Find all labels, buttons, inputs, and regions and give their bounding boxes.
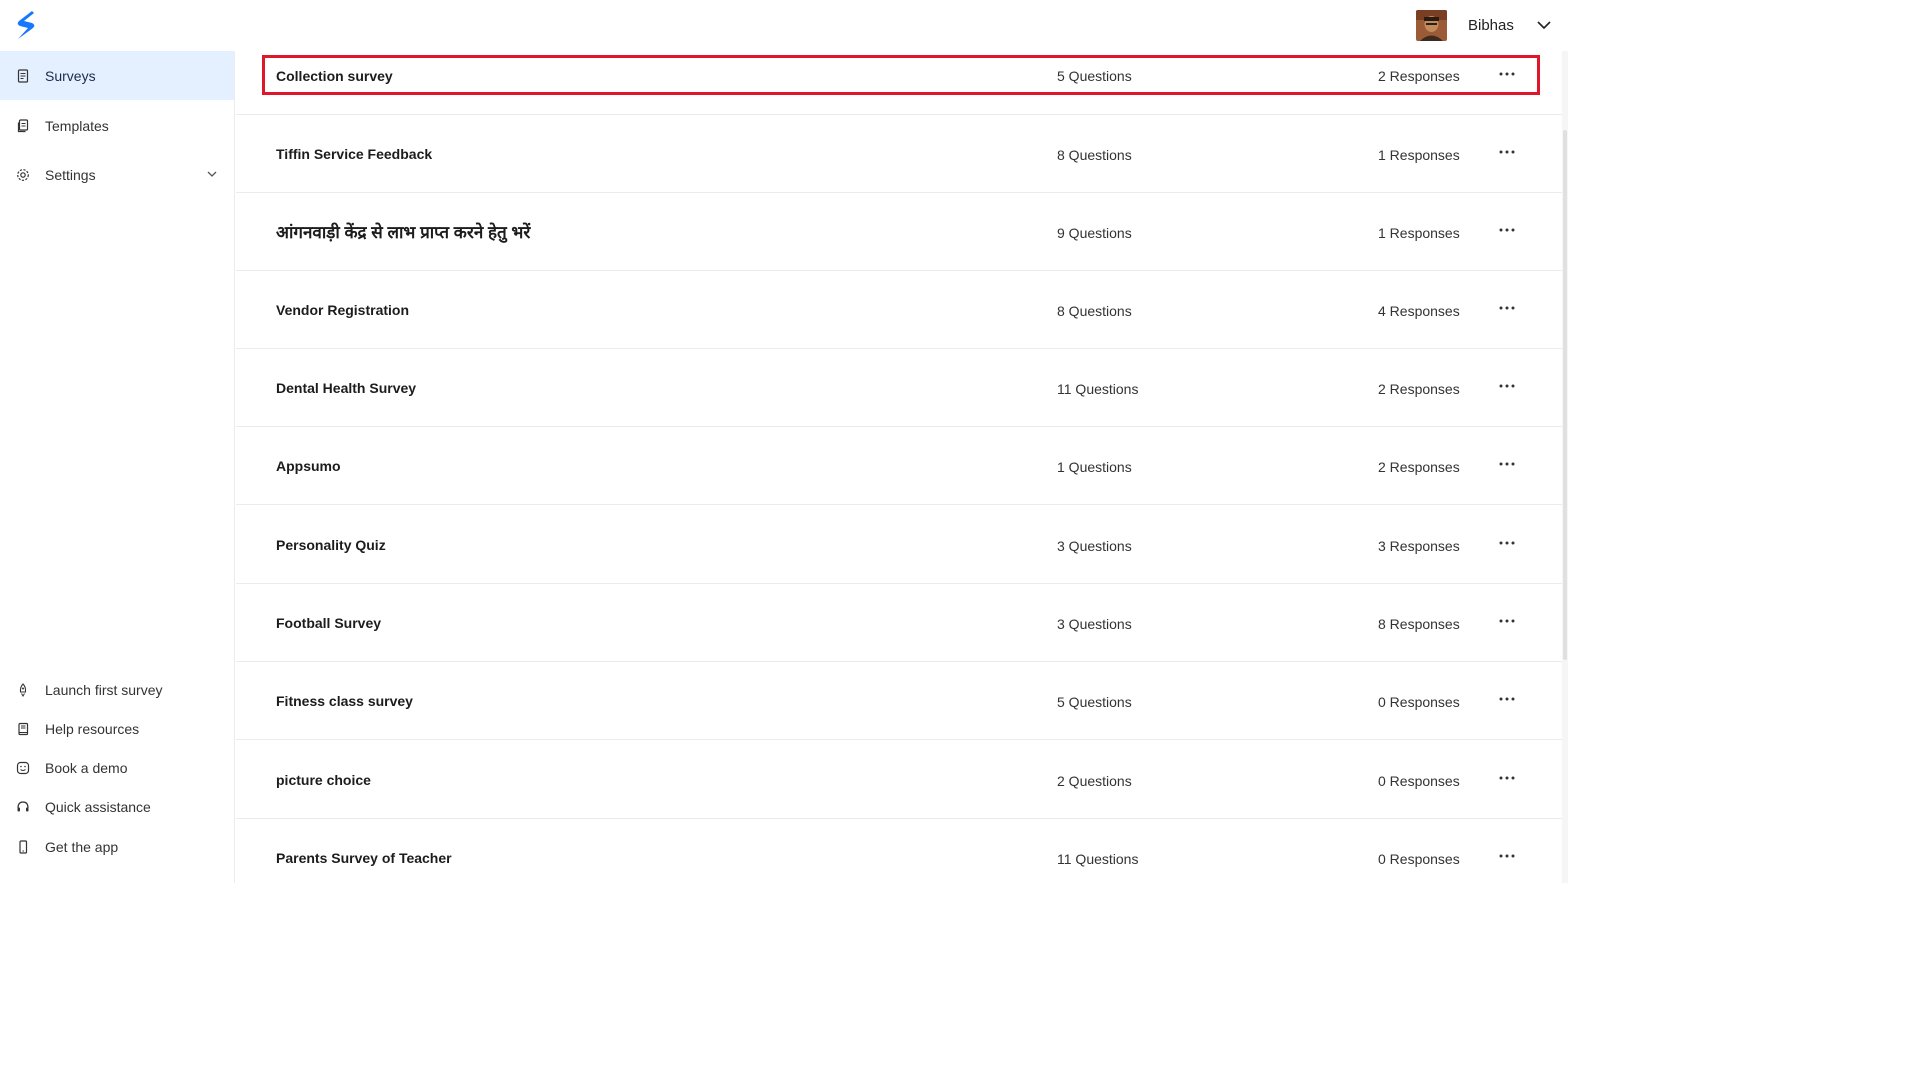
quick-assistance-label: Quick assistance <box>45 799 151 815</box>
question-count: 5 Questions <box>1057 694 1132 710</box>
survey-list: Collection survey 5 Questions 2 Response… <box>236 51 1562 883</box>
help-resources-link[interactable]: Help resources <box>0 713 234 745</box>
survey-row[interactable]: Appsumo 1 Questions 2 Responses <box>236 427 1562 505</box>
response-count[interactable]: 0 Responses <box>1378 851 1460 867</box>
survey-name[interactable]: Dental Health Survey <box>276 380 416 396</box>
response-count[interactable]: 2 Responses <box>1378 381 1460 397</box>
survey-name[interactable]: Football Survey <box>276 615 381 631</box>
question-count: 11 Questions <box>1057 851 1139 867</box>
response-count[interactable]: 0 Responses <box>1378 773 1460 789</box>
response-count[interactable]: 8 Responses <box>1378 616 1460 632</box>
app-root: Bibhas Surveys Templates Settings Launch… <box>0 0 1568 883</box>
question-count: 5 Questions <box>1057 68 1132 84</box>
question-count: 9 Questions <box>1057 225 1132 241</box>
phone-icon <box>16 840 30 854</box>
survey-row[interactable]: Vendor Registration 8 Questions 4 Respon… <box>236 271 1562 349</box>
question-count: 11 Questions <box>1057 381 1139 397</box>
survey-name[interactable]: Tiffin Service Feedback <box>276 146 432 162</box>
more-horizontal-icon[interactable] <box>1498 767 1516 789</box>
rocket-icon <box>16 683 30 697</box>
survey-row[interactable]: Football Survey 3 Questions 8 Responses <box>236 584 1562 662</box>
more-horizontal-icon[interactable] <box>1498 219 1516 241</box>
response-count[interactable]: 3 Responses <box>1378 538 1460 554</box>
survey-row[interactable]: आंगनवाड़ी केंद्र से लाभ प्राप्त करने हेत… <box>236 193 1562 271</box>
smiley-icon <box>16 761 30 775</box>
book-icon <box>16 722 30 736</box>
question-count: 3 Questions <box>1057 538 1132 554</box>
scrollbar-thumb[interactable] <box>1563 130 1567 660</box>
get-the-app-label: Get the app <box>45 839 119 855</box>
top-bar: Bibhas <box>0 0 1568 51</box>
more-horizontal-icon[interactable] <box>1498 375 1516 397</box>
more-horizontal-icon[interactable] <box>1498 63 1516 85</box>
help-resources-label: Help resources <box>45 721 140 737</box>
more-horizontal-icon[interactable] <box>1498 845 1516 867</box>
response-count[interactable]: 2 Responses <box>1378 68 1460 84</box>
launch-first-survey-label: Launch first survey <box>45 682 163 698</box>
question-count: 1 Questions <box>1057 459 1132 475</box>
survey-name[interactable]: Parents Survey of Teacher <box>276 850 452 866</box>
survey-row[interactable]: Collection survey 5 Questions 2 Response… <box>236 51 1562 115</box>
selection-highlight <box>262 55 1540 95</box>
more-horizontal-icon[interactable] <box>1498 688 1516 710</box>
survey-name[interactable]: Fitness class survey <box>276 693 413 709</box>
survey-row[interactable]: Tiffin Service Feedback 8 Questions 1 Re… <box>236 115 1562 193</box>
survey-name[interactable]: Vendor Registration <box>276 302 409 318</box>
more-horizontal-icon[interactable] <box>1498 610 1516 632</box>
sidebar-item-label: Surveys <box>45 67 96 84</box>
launch-first-survey-link[interactable]: Launch first survey <box>0 674 234 706</box>
chevron-down-icon[interactable] <box>1536 17 1552 33</box>
brand-s-logo-icon[interactable] <box>14 9 38 41</box>
survey-row[interactable]: Fitness class survey 5 Questions 0 Respo… <box>236 662 1562 740</box>
question-count: 8 Questions <box>1057 303 1132 319</box>
survey-row[interactable]: Personality Quiz 3 Questions 3 Responses <box>236 506 1562 584</box>
sidebar-item-settings[interactable]: Settings <box>0 150 234 199</box>
more-horizontal-icon[interactable] <box>1498 141 1516 163</box>
survey-doc-icon <box>16 68 30 83</box>
survey-name[interactable]: picture choice <box>276 772 371 788</box>
survey-row[interactable]: picture choice 2 Questions 0 Responses <box>236 741 1562 819</box>
survey-name[interactable]: Personality Quiz <box>276 537 386 553</box>
sidebar-item-templates[interactable]: Templates <box>0 101 234 150</box>
survey-name[interactable]: Collection survey <box>276 68 393 84</box>
survey-row[interactable]: Dental Health Survey 11 Questions 2 Resp… <box>236 349 1562 427</box>
template-icon <box>16 118 30 133</box>
sidebar-item-label: Settings <box>45 166 96 183</box>
response-count[interactable]: 1 Responses <box>1378 225 1460 241</box>
response-count[interactable]: 2 Responses <box>1378 459 1460 475</box>
more-horizontal-icon[interactable] <box>1498 453 1516 475</box>
quick-assistance-link[interactable]: Quick assistance <box>0 791 234 823</box>
book-a-demo-label: Book a demo <box>45 760 128 776</box>
question-count: 2 Questions <box>1057 773 1132 789</box>
get-the-app-link[interactable]: Get the app <box>0 831 234 863</box>
gear-icon <box>16 168 30 182</box>
more-horizontal-icon[interactable] <box>1498 297 1516 319</box>
more-horizontal-icon[interactable] <box>1498 532 1516 554</box>
book-a-demo-link[interactable]: Book a demo <box>0 752 234 784</box>
response-count[interactable]: 1 Responses <box>1378 147 1460 163</box>
question-count: 8 Questions <box>1057 147 1132 163</box>
sidebar: Surveys Templates Settings Launch first … <box>0 51 235 883</box>
question-count: 3 Questions <box>1057 616 1132 632</box>
username[interactable]: Bibhas <box>1468 17 1514 34</box>
response-count[interactable]: 4 Responses <box>1378 303 1460 319</box>
chevron-down-icon[interactable] <box>205 167 219 181</box>
sidebar-item-surveys[interactable]: Surveys <box>0 51 234 100</box>
sidebar-item-label: Templates <box>45 117 109 134</box>
avatar[interactable] <box>1416 10 1447 41</box>
survey-name[interactable]: Appsumo <box>276 458 341 474</box>
survey-row[interactable]: Parents Survey of Teacher 11 Questions 0… <box>236 819 1562 883</box>
response-count[interactable]: 0 Responses <box>1378 694 1460 710</box>
survey-name[interactable]: आंगनवाड़ी केंद्र से लाभ प्राप्त करने हेत… <box>276 220 530 243</box>
headset-icon <box>16 800 30 814</box>
